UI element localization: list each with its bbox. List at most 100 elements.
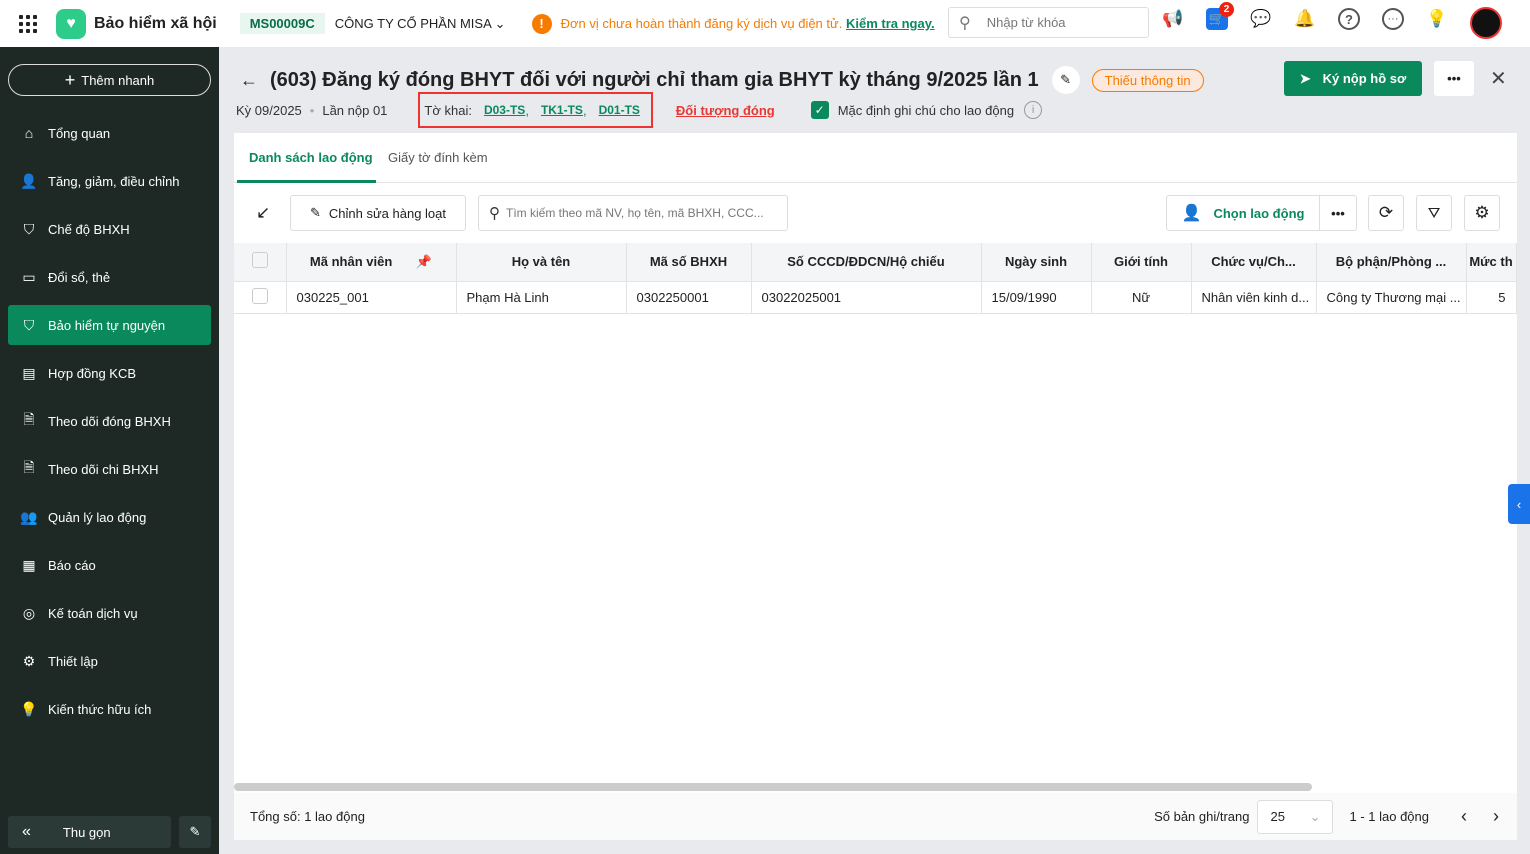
chat-icon[interactable]: 💬 <box>1250 8 1272 30</box>
table-row[interactable]: 030225_001 Phạm Hà Linh 0302250001 03022025… <box>234 281 1517 314</box>
settings-gear-icon[interactable]: ⚙ <box>1464 195 1500 231</box>
employee-search-input[interactable]: ⚲ Tìm kiếm theo mã NV, họ tên, mã BHXH, C… <box>478 195 788 231</box>
per-page-select[interactable]: 25 ⌄ <box>1257 799 1334 834</box>
column-header-label: Mã số BHXH <box>649 254 728 270</box>
more-button[interactable]: ••• <box>1434 61 1474 96</box>
default-note-checkbox[interactable]: ✓ <box>810 101 829 119</box>
sidebar-item-label: Bảo hiểm tự nguyện <box>48 317 166 333</box>
more-circle-icon[interactable]: ··· <box>1382 8 1404 30</box>
column-header[interactable]: Giới tính <box>1091 243 1192 282</box>
report-icon: ▦ <box>22 556 36 573</box>
quick-add-button[interactable]: + Thêm nhanh <box>8 64 211 96</box>
avatar[interactable] <box>1470 7 1502 39</box>
sidebar-item-label: Quản lý lao động <box>48 509 147 525</box>
select-all-checkbox[interactable] <box>251 252 268 269</box>
expand-panel-tab[interactable]: ‹ <box>1508 484 1530 524</box>
column-header[interactable]: Chức vụ/Ch... <box>1191 243 1317 282</box>
column-header[interactable]: Họ và tên <box>456 243 627 282</box>
subject-link[interactable]: Đối tượng đóng <box>676 103 775 118</box>
edit-icon[interactable]: ✎ <box>179 816 211 848</box>
lightbulb-icon[interactable]: 💡 <box>1426 8 1448 30</box>
submit-button[interactable]: ➤ Ký nộp hồ sơ <box>1284 61 1422 96</box>
close-icon[interactable]: ✕ <box>1490 66 1507 91</box>
sidebar-item[interactable]: 👤 Tăng, giảm, điều chỉnh <box>8 161 211 201</box>
main-panel: Danh sách lao động Giấy tờ đính kèm ↙ ✎ C… <box>234 133 1517 840</box>
sidebar-item-label: Báo cáo <box>48 557 96 573</box>
table-cell: 03022025001 <box>751 281 982 314</box>
choose-more-button[interactable]: ••• <box>1319 195 1357 231</box>
filter-icon[interactable]: ⛛ <box>1416 195 1452 231</box>
row-checkbox[interactable] <box>251 287 268 304</box>
prev-page-icon[interactable]: ‹ <box>1461 806 1467 827</box>
pencil-icon[interactable]: ✎ <box>1051 66 1080 94</box>
table-footer: Tổng số: 1 lao động Số bản ghi/trang 25 ⌄… <box>234 793 1517 840</box>
sidebar-item-label: Thiết lập <box>48 653 98 669</box>
info-icon[interactable]: i <box>1024 101 1043 119</box>
sidebar-item[interactable]: 💡 Kiến thức hữu ích <box>8 689 211 729</box>
sidebar-item[interactable]: ⌂ Tổng quan <box>8 113 211 153</box>
sidebar-item[interactable]: ▭ Đổi sổ, thẻ <box>8 257 211 297</box>
sidebar-item[interactable]: ⚙ Thiết lập <box>8 641 211 681</box>
keyword-search[interactable]: ⚲ Nhập từ khóa <box>948 7 1149 38</box>
home-icon: ⌂ <box>24 125 34 141</box>
column-header-label: Giới tính <box>1113 254 1168 270</box>
column-header[interactable]: Mức th <box>1466 243 1517 282</box>
megaphone-icon[interactable]: 📢 <box>1162 8 1184 30</box>
status-badge: Thiếu thông tin <box>1091 68 1204 92</box>
sidebar-item-label: Theo dõi đóng BHXH <box>48 413 171 429</box>
sidebar-item[interactable]: ▦ Báo cáo <box>8 545 211 585</box>
page-range: 1 - 1 lao động <box>1349 809 1429 824</box>
sidebar-item[interactable]: 🗎 Theo dõi đóng BHXH <box>8 401 211 441</box>
column-header[interactable]: Mã số BHXH <box>626 243 752 282</box>
dot-separator: • <box>309 102 315 118</box>
company-selector[interactable]: CÔNG TY CỔ PHẦN MISA ⌄ <box>335 16 506 32</box>
horizontal-scrollbar[interactable] <box>234 783 1312 791</box>
app-logo: ♥ <box>56 8 86 39</box>
bell-icon[interactable]: 🔔 <box>1294 8 1316 30</box>
column-header[interactable]: Bộ phận/Phòng ... <box>1316 243 1467 282</box>
per-page-value: 25 <box>1270 809 1285 824</box>
sidebar-item[interactable]: 👥 Quản lý lao động <box>8 497 211 537</box>
cart-icon[interactable]: 🛒 2 <box>1206 2 1234 30</box>
sidebar-item[interactable]: ▤ Hợp đồng KCB <box>8 353 211 393</box>
page-title: (603) Đăng ký đóng BHYT đối với người ch… <box>270 68 1039 91</box>
sidebar-item[interactable]: ◎ Kế toán dịch vụ <box>8 593 211 633</box>
sort-arrow-icon[interactable]: ↙ <box>256 203 270 223</box>
column-header[interactable]: Mã nhân viên 📌 <box>286 243 457 282</box>
table-cell: 5 <box>1466 281 1517 314</box>
help-icon[interactable]: ? <box>1338 8 1360 30</box>
column-header-label: Số CCCD/ĐDCN/Hộ chiếu <box>787 254 945 270</box>
sidebar-item[interactable]: ⛉ Bảo hiểm tự nguyện <box>8 305 211 345</box>
select-all-header <box>234 243 287 282</box>
app-name: Bảo hiểm xã hội <box>94 14 217 32</box>
row-select-cell <box>234 281 287 314</box>
column-header[interactable]: Ngày sinh <box>981 243 1092 282</box>
table-cell: 030225_001 <box>286 281 457 314</box>
tab-employee-list[interactable]: Danh sách lao động <box>249 150 373 165</box>
double-chevron-left-icon: « <box>22 823 31 840</box>
column-header[interactable]: Số CCCD/ĐDCN/Hộ chiếu <box>751 243 982 282</box>
check-now-link[interactable]: Kiểm tra ngay. <box>846 16 935 31</box>
apps-grid-icon[interactable] <box>19 14 37 33</box>
bulk-edit-button[interactable]: ✎ Chỉnh sửa hàng loạt <box>290 195 466 231</box>
bulk-edit-label: Chỉnh sửa hàng loạt <box>328 205 447 221</box>
back-arrow-icon[interactable]: ← <box>240 70 258 91</box>
sidebar-item-label: Chế độ BHXH <box>48 221 130 237</box>
employee-search-placeholder: Tìm kiếm theo mã NV, họ tên, mã BHXH, CC… <box>506 206 764 220</box>
active-tab-indicator <box>237 180 376 183</box>
shield-check-icon: ⛉ <box>23 316 35 333</box>
chevron-down-icon: ⌄ <box>1309 808 1321 824</box>
sidebar-item[interactable]: 🗎 Theo dõi chi BHXH <box>8 449 211 489</box>
collapse-button[interactable]: « Thu gọn <box>8 816 171 848</box>
period: Kỳ 09/2025 <box>236 102 302 118</box>
lightbulb-icon: 💡 <box>20 700 38 717</box>
column-header-label: Chức vụ/Ch... <box>1211 254 1296 270</box>
pin-icon[interactable]: 📌 <box>416 254 432 269</box>
gear-icon: ⚙ <box>22 652 36 669</box>
next-page-icon[interactable]: › <box>1493 806 1499 827</box>
choose-employee-button[interactable]: 👤 Chọn lao động <box>1166 195 1320 231</box>
sidebar-item[interactable]: ⛉ Chế độ BHXH <box>8 209 211 249</box>
refresh-icon[interactable]: ⟳ <box>1368 195 1404 231</box>
tab-attachments[interactable]: Giấy tờ đính kèm <box>388 150 488 165</box>
user-icon: 👤 <box>20 172 38 189</box>
